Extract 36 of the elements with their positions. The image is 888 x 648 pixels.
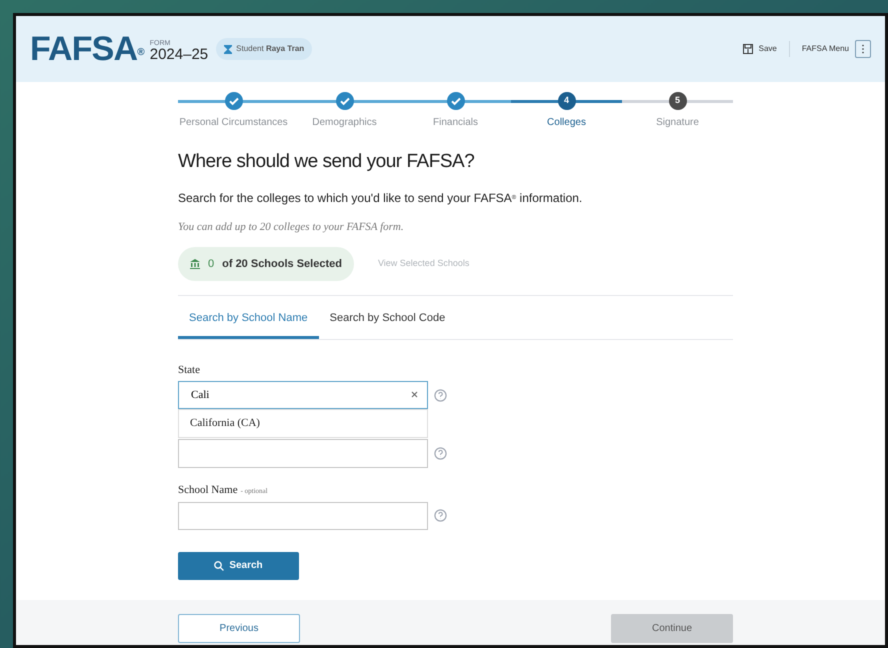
step-label: Financials [432,116,478,130]
hourglass-icon [224,44,232,54]
step-label: Signature [656,116,699,130]
search-tab[interactable]: Search by School Name [178,296,319,338]
field-label: School Name [178,483,238,498]
menu-label: FAFSA Menu [802,43,849,55]
student-name: Student Raya Tran [236,43,304,55]
selected-text: of 20 Schools Selected [222,256,342,272]
dropdown-option[interactable]: California (CA) [179,410,427,437]
save-button[interactable]: Save [742,43,777,55]
search-button[interactable]: Search [178,552,299,580]
page-heading: Where should we send your FAFSA? [178,150,476,174]
school-name-field[interactable] [178,502,428,530]
note-text: You can add up to 20 colleges to your FAFSA form. [178,220,405,234]
help-icon[interactable] [434,509,447,522]
previous-button[interactable]: Previous [178,614,300,643]
state-field[interactable]: Cali [178,381,428,409]
selected-count: 0 [208,256,214,272]
fafsa-logo: FAFSA$^{®}$ [30,32,144,66]
step-label: Personal Circumstances [179,116,288,130]
search-tab[interactable]: Search by School Code [318,296,456,338]
step-label: Demographics [312,116,377,130]
save-icon [742,44,753,54]
clear-icon[interactable] [411,391,418,398]
help-icon[interactable] [434,447,447,460]
step-number: 4 [558,92,576,110]
menu-button[interactable] [855,40,871,58]
text-field[interactable] [178,439,428,468]
step-label: Colleges [547,116,586,130]
field-label: State [178,362,201,378]
building-icon [190,259,200,269]
step-number: 5 [668,92,686,110]
intro-text: Search for the colleges to which you'd like to send your FAFSA$^{®}$ information. [178,190,584,206]
search-icon [214,560,224,570]
help-icon[interactable] [434,388,447,402]
form-year: 2024–25 [150,47,208,62]
